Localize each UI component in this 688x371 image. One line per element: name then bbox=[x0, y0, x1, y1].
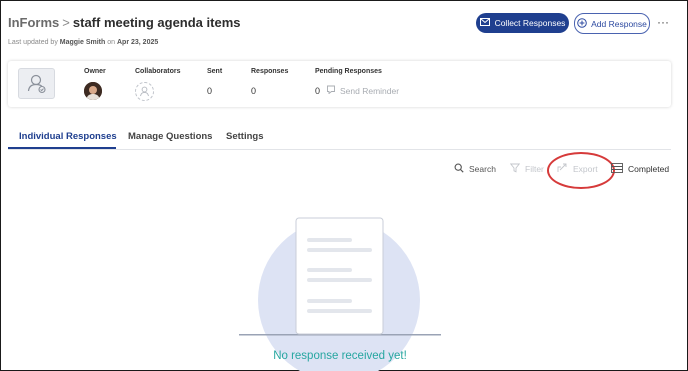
empty-state-message: No response received yet! bbox=[273, 350, 407, 362]
empty-state-illustration bbox=[239, 217, 441, 371]
